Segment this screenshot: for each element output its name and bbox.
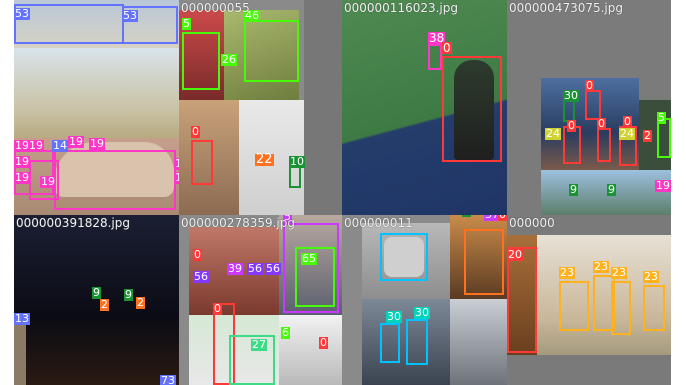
photo-region xyxy=(14,48,179,138)
detection-box xyxy=(54,150,176,210)
detection-label: 0 xyxy=(213,302,222,315)
detection-label: 19 xyxy=(174,158,179,170)
detection-box xyxy=(657,118,671,158)
detection-label: 2 xyxy=(100,298,109,311)
detection-label: 5 xyxy=(657,111,666,124)
detection-label: 23 xyxy=(559,266,575,279)
detection-label: 13 xyxy=(14,312,30,325)
mosaic-grid: 53 53 19 19 14 19 19 19 19 19 19 19 5 46… xyxy=(14,0,671,385)
image-filename: 000000473075.jpg xyxy=(509,1,623,15)
detection-box xyxy=(380,233,428,281)
detection-box xyxy=(507,247,537,353)
detection-label: 27 xyxy=(251,338,267,351)
detection-label: 19 xyxy=(14,171,30,184)
detection-label: 0 xyxy=(585,79,594,92)
image-tile[interactable]: 7 37 0 30 30 000000011 xyxy=(342,215,507,385)
detection-label: 19 xyxy=(89,137,105,150)
detection-box xyxy=(597,128,611,162)
detection-box xyxy=(464,229,504,295)
detection-label: 53 xyxy=(14,7,30,20)
detection-label: 0 xyxy=(442,41,452,55)
detection-label: 23 xyxy=(611,266,627,279)
detection-box xyxy=(585,90,601,120)
detection-label: 19 xyxy=(14,155,30,168)
image-filename: 000000 xyxy=(509,216,555,230)
image-filename: 000000391828.jpg xyxy=(16,216,130,230)
detection-label: 9 xyxy=(607,183,616,196)
detection-label: 30 xyxy=(414,306,430,319)
detection-label: 0 xyxy=(567,119,576,132)
detection-label: 7 xyxy=(462,215,471,217)
detection-label: 2 xyxy=(136,296,145,309)
detection-label: 0 xyxy=(319,336,328,349)
detection-label: 19 xyxy=(68,135,84,148)
detection-label: 9 xyxy=(92,286,101,299)
image-filename: 000000011 xyxy=(344,216,413,230)
image-tile[interactable]: 53 53 19 19 14 19 19 19 19 19 19 19 xyxy=(14,0,179,215)
detection-label: 39 xyxy=(227,262,243,275)
detection-label: 24 xyxy=(545,127,561,140)
detection-label: 30 xyxy=(386,310,402,323)
detection-label: 26 xyxy=(221,53,237,66)
image-filename: 000000278359.jpg xyxy=(181,216,295,230)
detection-label: 19 xyxy=(40,175,56,188)
detection-label: 53 xyxy=(122,9,138,22)
detection-label: 23 xyxy=(643,270,659,283)
detection-box xyxy=(559,281,589,331)
detection-box xyxy=(442,56,502,162)
detection-box xyxy=(182,32,220,90)
image-filename: 000000055 xyxy=(181,1,250,15)
photo-region xyxy=(304,0,342,215)
detection-label: 9 xyxy=(569,183,578,196)
detection-label: 56 xyxy=(247,262,263,275)
detection-box xyxy=(244,20,299,82)
image-filename: 000000116023.jpg xyxy=(344,1,458,15)
detection-box xyxy=(611,281,631,335)
detection-label: 19 xyxy=(655,179,671,192)
detection-label: 24 xyxy=(619,127,635,140)
detection-label: 30 xyxy=(563,89,579,102)
detection-label: 10 xyxy=(289,155,305,168)
detection-label: 73 xyxy=(160,374,176,385)
image-tile[interactable]: 0 30 24 0 0 0 24 2 5 9 9 19 000000473075… xyxy=(507,0,671,215)
detection-box xyxy=(14,4,124,44)
detection-label: 0 xyxy=(191,125,200,138)
detection-label: 9 xyxy=(124,288,133,301)
detection-label: 22 xyxy=(255,152,274,167)
image-tile[interactable]: 5 0 56 39 56 56 65 0 27 6 0 000000278359… xyxy=(179,215,342,385)
detection-label: 14 xyxy=(52,139,68,152)
detection-box xyxy=(380,323,400,363)
detection-label: 56 xyxy=(193,270,209,283)
detection-label: 19 xyxy=(174,172,179,184)
detection-label: 56 xyxy=(265,262,281,275)
detection-box xyxy=(406,319,428,365)
detection-label: 19 xyxy=(28,139,44,152)
detection-box xyxy=(428,44,442,70)
detection-label: 0 xyxy=(597,117,606,130)
detection-label: 65 xyxy=(301,252,317,265)
detection-label: 23 xyxy=(593,260,609,273)
detection-label: 0 xyxy=(498,215,507,221)
image-tile[interactable]: 38 0 000000116023.jpg xyxy=(342,0,507,215)
detection-label: 5 xyxy=(182,17,191,30)
detection-label: 0 xyxy=(193,248,202,261)
detection-box xyxy=(191,140,213,185)
detection-box xyxy=(643,285,665,331)
detection-label: 2 xyxy=(643,129,652,142)
detection-label: 6 xyxy=(281,326,290,339)
photo-region xyxy=(541,170,671,215)
image-tile[interactable]: 9 2 9 2 13 73 000000391828.jpg xyxy=(14,215,179,385)
image-tile[interactable]: 5 46 26 0 22 10 000000055 xyxy=(179,0,342,215)
image-tile[interactable]: 20 23 23 23 23 000000 xyxy=(507,215,671,385)
detection-label: 20 xyxy=(507,248,523,261)
photo-region xyxy=(450,299,507,385)
